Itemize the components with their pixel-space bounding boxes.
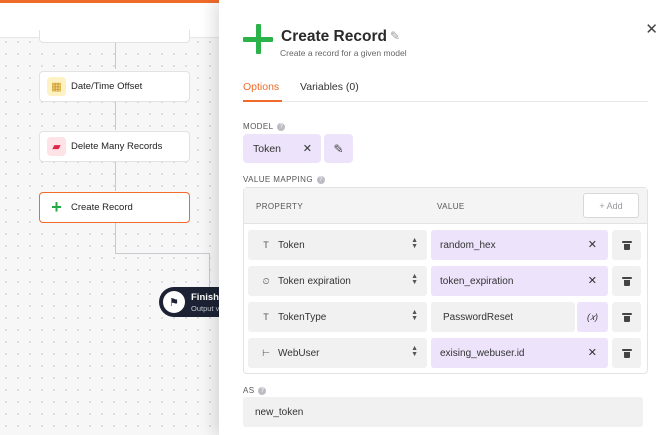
node-label: Delete Many Records [71, 141, 163, 152]
column-property: PROPERTY [256, 202, 304, 211]
help-icon[interactable]: ? [258, 386, 267, 395]
value-text: PasswordReset [443, 311, 514, 323]
text-type-icon: T [263, 312, 269, 322]
as-value: new_token [255, 406, 304, 418]
property-name: Token [278, 239, 305, 251]
as-label: AS ? [243, 386, 267, 395]
as-variable-input[interactable]: new_token [243, 397, 643, 427]
finish-node[interactable]: ⚑ Finish Output v [159, 287, 222, 317]
property-name: WebUser [278, 347, 320, 359]
trash-icon: ▰ [47, 137, 66, 156]
property-select[interactable]: ⊢ WebUser ▲ ▼ [248, 338, 427, 368]
calendar-clock-icon: ▦ [47, 77, 66, 96]
tab-variables[interactable]: Variables (0) [300, 81, 359, 93]
finish-title: Finish [191, 291, 219, 303]
connector-line [115, 43, 116, 69]
sort-arrows-icon: ▲ ▼ [411, 237, 418, 250]
plus-icon: + [47, 197, 66, 217]
value-chip[interactable]: token_expiration ✕ [431, 266, 608, 296]
value-chip[interactable]: exising_webuser.id ✕ [431, 338, 608, 368]
workflow-canvas[interactable]: ▦ Date/Time Offset ▰ Delete Many Records… [0, 0, 222, 435]
value-mapping-label: VALUE MAPPING ? [243, 175, 325, 184]
table-row: ⏲ Token expiration ▲ ▼ token_expiration ✕ [244, 266, 647, 296]
table-row: T Token ▲ ▼ random_hex ✕ [244, 230, 647, 260]
close-icon[interactable]: ✕ [645, 20, 658, 38]
as-label-text: AS [243, 386, 255, 395]
relation-type-icon: ⊢ [262, 347, 270, 358]
node-create-record[interactable]: + Create Record [39, 192, 190, 223]
connector-line [115, 102, 116, 130]
sort-arrows-icon: ▲ ▼ [411, 345, 418, 358]
connector-line [209, 253, 210, 287]
table-row: ⊢ WebUser ▲ ▼ exising_webuser.id ✕ [244, 338, 647, 368]
trash-icon [621, 312, 632, 322]
remove-model-icon[interactable]: ✕ [303, 142, 312, 155]
edit-model-button[interactable]: ✎ [324, 134, 353, 163]
plus-icon [243, 24, 273, 54]
property-name: TokenType [278, 311, 327, 323]
property-select[interactable]: ⏲ Token expiration ▲ ▼ [248, 266, 427, 296]
table-header: PROPERTY VALUE + Add [244, 188, 647, 224]
text-type-icon: T [263, 240, 269, 250]
datetime-type-icon: ⏲ [262, 275, 270, 286]
connector-line [115, 162, 116, 191]
sort-arrows-icon: ▲ ▼ [411, 273, 418, 286]
trash-icon [621, 240, 632, 250]
trash-icon [621, 348, 632, 358]
delete-row-button[interactable] [612, 302, 641, 332]
panel-subtitle: Create a record for a given model [280, 48, 407, 58]
help-icon[interactable]: ? [277, 122, 286, 131]
add-mapping-button[interactable]: + Add [583, 193, 639, 218]
pencil-icon: ✎ [333, 141, 344, 156]
delete-row-button[interactable] [612, 230, 641, 260]
value-mapping-label-text: VALUE MAPPING [243, 175, 313, 184]
connector-line [115, 223, 116, 253]
help-icon[interactable]: ? [316, 175, 325, 184]
remove-value-icon[interactable]: ✕ [588, 346, 597, 359]
property-name: Token expiration [278, 275, 351, 287]
create-record-panel: ✕ Create Record ✎ Create a record for a … [219, 0, 670, 435]
finish-subtitle: Output v [191, 303, 220, 313]
table-row: T TokenType ▲ ▼ PasswordReset (𝑥) [244, 302, 647, 332]
remove-value-icon[interactable]: ✕ [588, 274, 597, 287]
property-select[interactable]: T TokenType ▲ ▼ [248, 302, 427, 332]
model-value: Token [253, 142, 282, 155]
previous-node[interactable] [39, 30, 190, 43]
node-label: Date/Time Offset [71, 81, 143, 92]
topbar-accent-line [0, 0, 222, 3]
value-mapping-table: PROPERTY VALUE + Add T Token ▲ ▼ random_h… [243, 187, 648, 374]
value-chip[interactable]: random_hex ✕ [431, 230, 608, 260]
active-tab-indicator [243, 100, 282, 102]
panel-title: Create Record [281, 28, 387, 45]
tab-options[interactable]: Options [243, 81, 279, 93]
connector-line [115, 253, 210, 254]
value-text: token_expiration [440, 275, 514, 287]
tab-bar: Options Variables (0) [243, 80, 648, 102]
edit-title-icon[interactable]: ✎ [390, 29, 400, 43]
delete-row-button[interactable] [612, 338, 641, 368]
sort-arrows-icon: ▲ ▼ [411, 309, 418, 322]
flag-icon: ⚑ [163, 291, 185, 313]
variable-toggle-button[interactable]: (𝑥) [577, 302, 608, 332]
model-chip[interactable]: Token ✕ [243, 134, 321, 163]
node-date-time-offset[interactable]: ▦ Date/Time Offset [39, 71, 190, 102]
model-label-text: MODEL [243, 122, 274, 131]
column-value: VALUE [437, 202, 465, 211]
value-text: exising_webuser.id [440, 347, 525, 359]
remove-value-icon[interactable]: ✕ [588, 238, 597, 251]
trash-icon [621, 276, 632, 286]
model-label: MODEL ? [243, 122, 286, 131]
node-label: Create Record [71, 202, 133, 213]
value-input[interactable]: PasswordReset [431, 302, 575, 332]
value-text: random_hex [440, 239, 496, 251]
delete-row-button[interactable] [612, 266, 641, 296]
node-delete-many-records[interactable]: ▰ Delete Many Records [39, 131, 190, 162]
property-select[interactable]: T Token ▲ ▼ [248, 230, 427, 260]
